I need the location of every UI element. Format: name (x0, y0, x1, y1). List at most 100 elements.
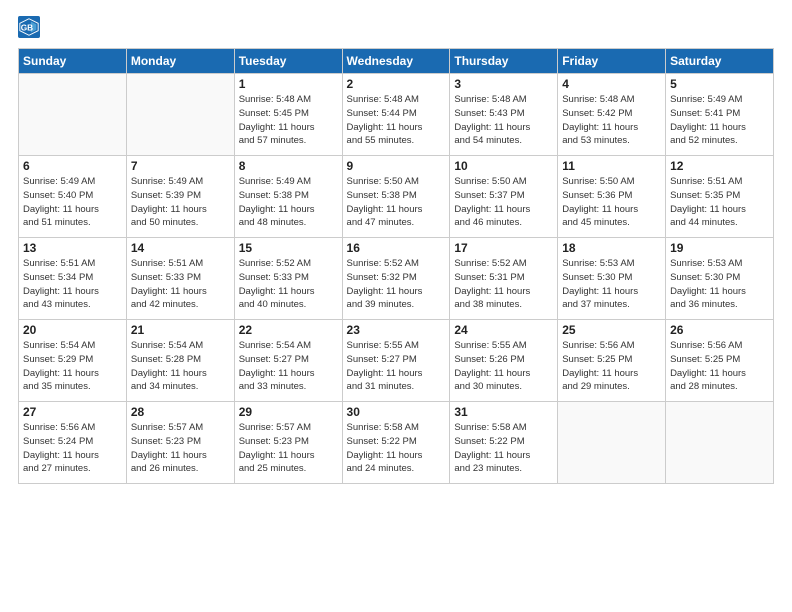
day-number: 12 (670, 159, 769, 173)
calendar-week-3: 20 Sunrise: 5:54 AMSunset: 5:29 PMDayligh… (19, 320, 774, 402)
day-number: 16 (347, 241, 446, 255)
calendar-cell: 4 Sunrise: 5:48 AMSunset: 5:42 PMDaylight… (558, 74, 666, 156)
calendar-cell: 17 Sunrise: 5:52 AMSunset: 5:31 PMDayligh… (450, 238, 558, 320)
day-info: Sunrise: 5:55 AMSunset: 5:27 PMDaylight:… (347, 339, 446, 394)
weekday-header-friday: Friday (558, 49, 666, 74)
day-number: 19 (670, 241, 769, 255)
calendar-cell: 22 Sunrise: 5:54 AMSunset: 5:27 PMDayligh… (234, 320, 342, 402)
calendar-cell: 1Sunrise: 5:48 AMSunset: 5:45 PMDaylight… (234, 74, 342, 156)
calendar-cell: 16 Sunrise: 5:52 AMSunset: 5:32 PMDayligh… (342, 238, 450, 320)
calendar-cell: 31 Sunrise: 5:58 AMSunset: 5:22 PMDayligh… (450, 402, 558, 484)
calendar-cell: 9 Sunrise: 5:50 AMSunset: 5:38 PMDaylight… (342, 156, 450, 238)
svg-text:GB: GB (21, 24, 33, 33)
day-info: Sunrise: 5:48 AMSunset: 5:42 PMDaylight:… (562, 93, 661, 148)
header: GB (18, 16, 774, 38)
logo-icon: GB (18, 16, 40, 38)
calendar-cell: 15 Sunrise: 5:52 AMSunset: 5:33 PMDayligh… (234, 238, 342, 320)
calendar-cell: 7Sunrise: 5:49 AMSunset: 5:39 PMDaylight… (126, 156, 234, 238)
calendar-header-row: SundayMondayTuesdayWednesdayThursdayFrid… (19, 49, 774, 74)
day-number: 18 (562, 241, 661, 255)
day-number: 21 (131, 323, 230, 337)
weekday-header-tuesday: Tuesday (234, 49, 342, 74)
calendar-cell: 5 Sunrise: 5:49 AMSunset: 5:41 PMDaylight… (666, 74, 774, 156)
day-number: 17 (454, 241, 553, 255)
calendar-cell: 8 Sunrise: 5:49 AMSunset: 5:38 PMDaylight… (234, 156, 342, 238)
day-number: 14 (131, 241, 230, 255)
day-info: Sunrise: 5:53 AMSunset: 5:30 PMDaylight:… (670, 257, 769, 312)
calendar-cell: 21 Sunrise: 5:54 AMSunset: 5:28 PMDayligh… (126, 320, 234, 402)
calendar-cell: 2 Sunrise: 5:48 AMSunset: 5:44 PMDaylight… (342, 74, 450, 156)
calendar-cell: 20 Sunrise: 5:54 AMSunset: 5:29 PMDayligh… (19, 320, 127, 402)
day-number: 11 (562, 159, 661, 173)
day-number: 8 (239, 159, 338, 173)
calendar-cell: 13 Sunrise: 5:51 AMSunset: 5:34 PMDayligh… (19, 238, 127, 320)
day-number: 24 (454, 323, 553, 337)
calendar-cell: 29 Sunrise: 5:57 AMSunset: 5:23 PMDayligh… (234, 402, 342, 484)
day-number: 20 (23, 323, 122, 337)
calendar-cell: 3 Sunrise: 5:48 AMSunset: 5:43 PMDaylight… (450, 74, 558, 156)
calendar-cell: 25Sunrise: 5:56 AMSunset: 5:25 PMDayligh… (558, 320, 666, 402)
day-number: 2 (347, 77, 446, 91)
day-number: 30 (347, 405, 446, 419)
day-number: 10 (454, 159, 553, 173)
day-info: Sunrise: 5:53 AMSunset: 5:30 PMDaylight:… (562, 257, 661, 312)
day-info: Sunrise: 5:54 AMSunset: 5:29 PMDaylight:… (23, 339, 122, 394)
day-info: Sunrise: 5:54 AMSunset: 5:27 PMDaylight:… (239, 339, 338, 394)
day-number: 22 (239, 323, 338, 337)
calendar-cell: 30 Sunrise: 5:58 AMSunset: 5:22 PMDayligh… (342, 402, 450, 484)
day-number: 15 (239, 241, 338, 255)
day-info: Sunrise: 5:55 AMSunset: 5:26 PMDaylight:… (454, 339, 553, 394)
calendar-week-0: 1Sunrise: 5:48 AMSunset: 5:45 PMDaylight… (19, 74, 774, 156)
day-number: 23 (347, 323, 446, 337)
day-info: Sunrise: 5:51 AMSunset: 5:33 PMDaylight:… (131, 257, 230, 312)
day-info: Sunrise: 5:48 AMSunset: 5:44 PMDaylight:… (347, 93, 446, 148)
day-info: Sunrise: 5:51 AMSunset: 5:34 PMDaylight:… (23, 257, 122, 312)
calendar-cell: 23 Sunrise: 5:55 AMSunset: 5:27 PMDayligh… (342, 320, 450, 402)
day-info: Sunrise: 5:48 AMSunset: 5:43 PMDaylight:… (454, 93, 553, 148)
calendar-cell: 18 Sunrise: 5:53 AMSunset: 5:30 PMDayligh… (558, 238, 666, 320)
weekday-header-wednesday: Wednesday (342, 49, 450, 74)
day-number: 13 (23, 241, 122, 255)
calendar-cell (558, 402, 666, 484)
day-info: Sunrise: 5:54 AMSunset: 5:28 PMDaylight:… (131, 339, 230, 394)
logo: GB (18, 16, 44, 38)
weekday-header-sunday: Sunday (19, 49, 127, 74)
calendar-cell: 27Sunrise: 5:56 AMSunset: 5:24 PMDayligh… (19, 402, 127, 484)
day-info: Sunrise: 5:49 AMSunset: 5:41 PMDaylight:… (670, 93, 769, 148)
page: GB SundayMondayTuesdayWednesdayThursdayF… (0, 0, 792, 612)
day-info: Sunrise: 5:50 AMSunset: 5:36 PMDaylight:… (562, 175, 661, 230)
day-number: 27 (23, 405, 122, 419)
day-info: Sunrise: 5:57 AMSunset: 5:23 PMDaylight:… (239, 421, 338, 476)
calendar-cell: 11 Sunrise: 5:50 AMSunset: 5:36 PMDayligh… (558, 156, 666, 238)
day-info: Sunrise: 5:56 AMSunset: 5:25 PMDaylight:… (670, 339, 769, 394)
calendar-cell (19, 74, 127, 156)
calendar-cell: 28Sunrise: 5:57 AMSunset: 5:23 PMDayligh… (126, 402, 234, 484)
day-info: Sunrise: 5:49 AMSunset: 5:39 PMDaylight:… (131, 175, 230, 230)
calendar-cell (126, 74, 234, 156)
weekday-header-thursday: Thursday (450, 49, 558, 74)
calendar-cell: 10 Sunrise: 5:50 AMSunset: 5:37 PMDayligh… (450, 156, 558, 238)
calendar-cell: 19 Sunrise: 5:53 AMSunset: 5:30 PMDayligh… (666, 238, 774, 320)
day-info: Sunrise: 5:52 AMSunset: 5:31 PMDaylight:… (454, 257, 553, 312)
day-info: Sunrise: 5:50 AMSunset: 5:38 PMDaylight:… (347, 175, 446, 230)
day-info: Sunrise: 5:58 AMSunset: 5:22 PMDaylight:… (347, 421, 446, 476)
day-info: Sunrise: 5:52 AMSunset: 5:32 PMDaylight:… (347, 257, 446, 312)
weekday-header-saturday: Saturday (666, 49, 774, 74)
day-number: 5 (670, 77, 769, 91)
day-number: 31 (454, 405, 553, 419)
day-info: Sunrise: 5:52 AMSunset: 5:33 PMDaylight:… (239, 257, 338, 312)
calendar-cell: 6Sunrise: 5:49 AMSunset: 5:40 PMDaylight… (19, 156, 127, 238)
day-info: Sunrise: 5:49 AMSunset: 5:38 PMDaylight:… (239, 175, 338, 230)
day-info: Sunrise: 5:56 AMSunset: 5:25 PMDaylight:… (562, 339, 661, 394)
calendar-cell: 14 Sunrise: 5:51 AMSunset: 5:33 PMDayligh… (126, 238, 234, 320)
calendar-table: SundayMondayTuesdayWednesdayThursdayFrid… (18, 48, 774, 484)
day-info: Sunrise: 5:50 AMSunset: 5:37 PMDaylight:… (454, 175, 553, 230)
day-number: 9 (347, 159, 446, 173)
day-number: 26 (670, 323, 769, 337)
day-info: Sunrise: 5:51 AMSunset: 5:35 PMDaylight:… (670, 175, 769, 230)
day-number: 29 (239, 405, 338, 419)
day-number: 3 (454, 77, 553, 91)
day-info: Sunrise: 5:58 AMSunset: 5:22 PMDaylight:… (454, 421, 553, 476)
calendar-week-2: 13 Sunrise: 5:51 AMSunset: 5:34 PMDayligh… (19, 238, 774, 320)
day-number: 4 (562, 77, 661, 91)
